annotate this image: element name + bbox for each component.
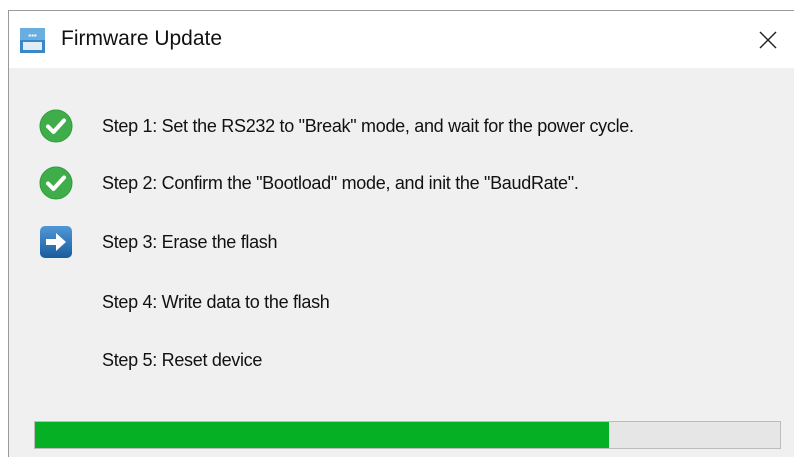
- step-5-label: Step 5: Reset device: [102, 350, 263, 370]
- window-title: Firmware Update: [61, 27, 223, 50]
- check-circle-icon: [39, 109, 73, 143]
- arrow-right-icon: [40, 226, 72, 258]
- step-3-label: Step 3: Erase the flash: [102, 232, 278, 252]
- svg-text:▪▪▪: ▪▪▪: [28, 31, 37, 40]
- step-4-label: Step 4: Write data to the flash: [102, 292, 330, 312]
- step-2-label: Step 2: Confirm the "Bootload" mode, and…: [102, 173, 579, 193]
- firmware-update-dialog: ▪▪▪ Firmware Update Step 1: Set the RS23…: [8, 10, 794, 457]
- step-2: Step 2: Confirm the "Bootload" mode, and…: [9, 164, 789, 204]
- progress-fill: [35, 422, 609, 448]
- step-5: Step 5: Reset device: [9, 341, 789, 381]
- title-bar[interactable]: ▪▪▪ Firmware Update: [9, 11, 794, 68]
- close-icon: [759, 31, 777, 48]
- firmware-app-icon: ▪▪▪: [20, 28, 45, 53]
- step-4: Step 4: Write data to the flash: [9, 283, 789, 323]
- step-1: Step 1: Set the RS232 to "Break" mode, a…: [9, 107, 789, 147]
- check-circle-icon: [39, 166, 73, 200]
- progress-bar: [34, 421, 781, 449]
- step-1-label: Step 1: Set the RS232 to "Break" mode, a…: [102, 116, 634, 136]
- close-button[interactable]: [742, 11, 794, 68]
- step-3: Step 3: Erase the flash: [9, 223, 789, 263]
